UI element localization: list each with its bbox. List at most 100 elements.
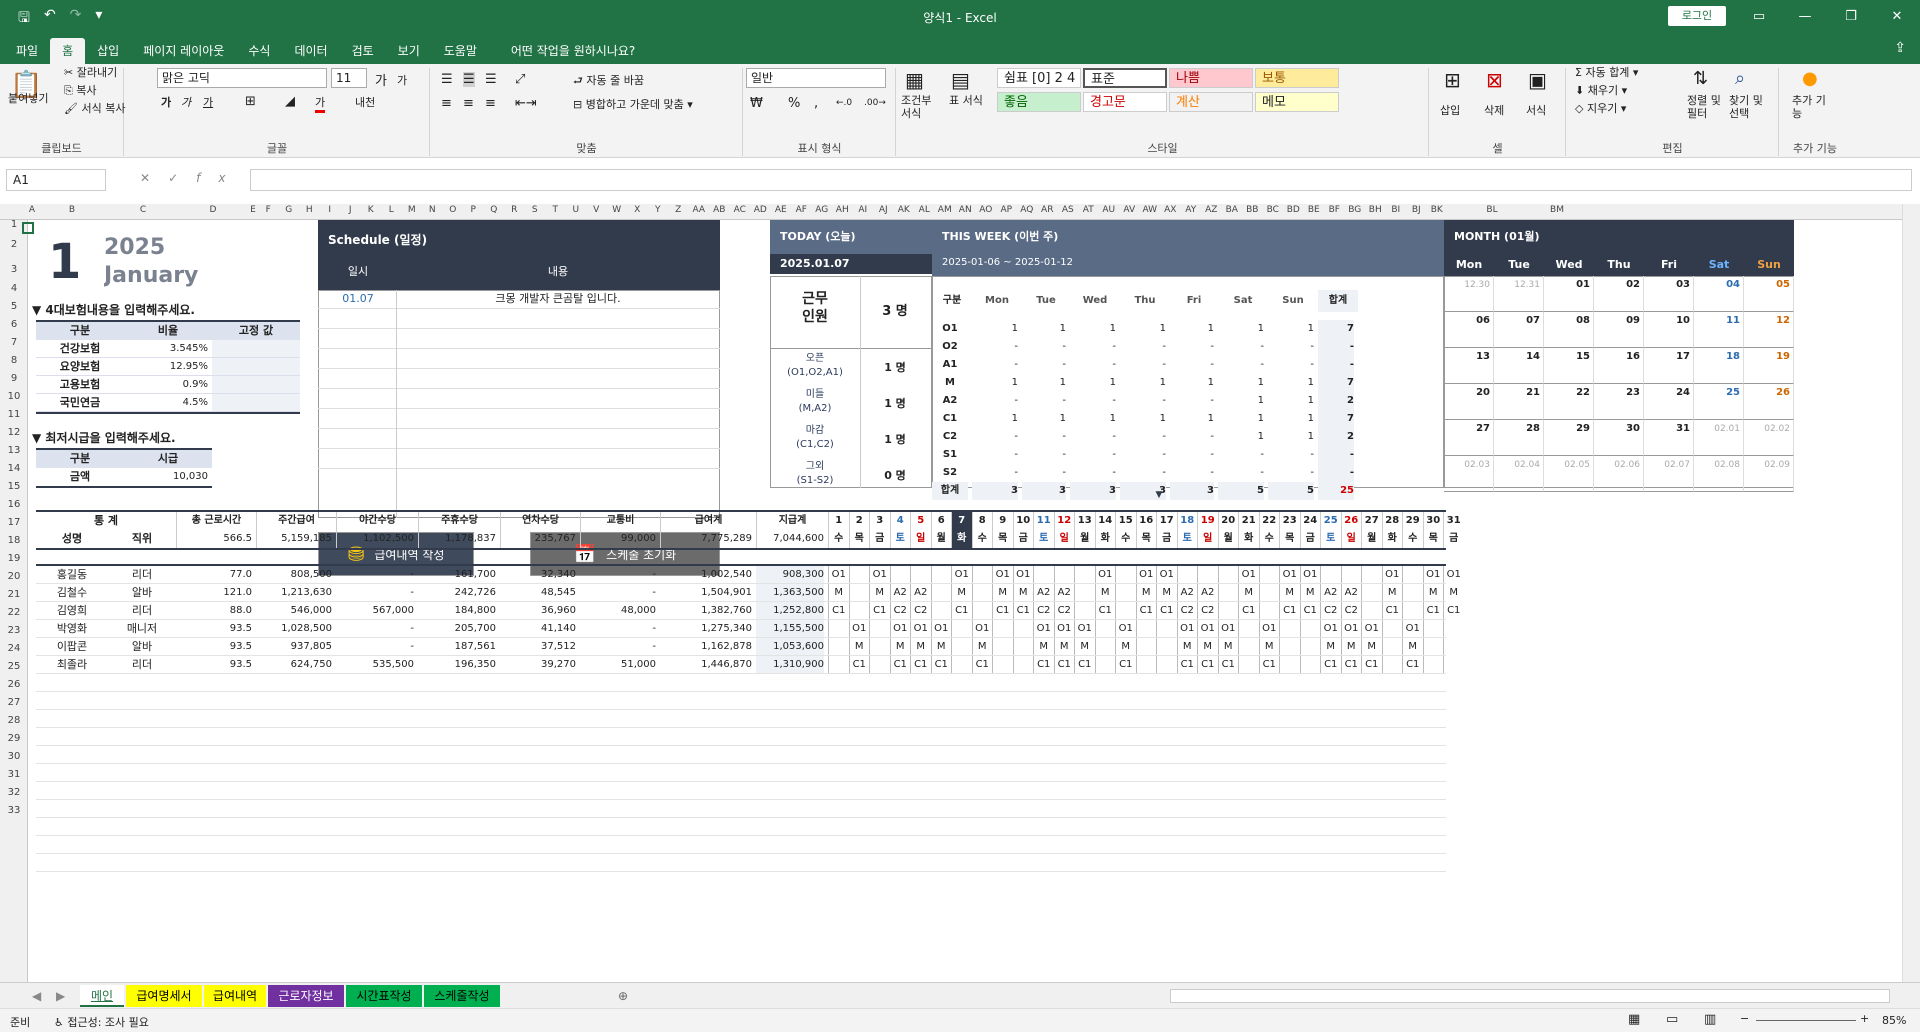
shift-cell[interactable] <box>1443 656 1464 674</box>
person-position[interactable]: 알바 <box>108 584 176 602</box>
month-day[interactable]: 22 <box>1544 386 1590 400</box>
shift-cell[interactable]: C1 <box>1115 656 1136 674</box>
shift-cell[interactable]: C1 <box>1340 656 1362 674</box>
person-position[interactable]: 리더 <box>108 656 176 674</box>
cell-style-6[interactable]: 계산 <box>1169 92 1253 112</box>
underline-button[interactable]: 가 <box>203 94 213 110</box>
month-day[interactable]: 25 <box>1694 386 1740 400</box>
insurance-value[interactable]: 0.9% <box>124 376 212 394</box>
shift-cell[interactable] <box>1135 656 1157 674</box>
shift-cell[interactable]: C1 <box>1033 656 1054 674</box>
shift-cell[interactable]: M <box>1279 584 1300 602</box>
person-position[interactable]: 매니저 <box>108 620 176 638</box>
month-day[interactable]: 21 <box>1494 386 1540 400</box>
row-header-4[interactable]: 4 <box>0 280 28 298</box>
col-header-U[interactable]: U <box>566 205 587 215</box>
month-day[interactable]: 02.07 <box>1644 458 1690 472</box>
shift-cell[interactable]: M <box>910 638 931 656</box>
shift-cell[interactable]: O1 <box>1402 620 1423 638</box>
shift-cell[interactable]: M <box>1135 584 1157 602</box>
month-day[interactable]: 02.01 <box>1694 422 1740 436</box>
format-painter-button[interactable]: 🖌 서식 복사 <box>64 100 125 116</box>
row-header-30[interactable]: 30 <box>0 748 28 766</box>
shift-cell[interactable]: O1 <box>828 566 849 584</box>
shift-cell[interactable] <box>1217 566 1239 584</box>
shift-cell[interactable] <box>1217 602 1239 620</box>
shift-cell[interactable]: M <box>971 638 993 656</box>
shift-cell[interactable]: M <box>951 584 972 602</box>
shift-cell[interactable] <box>1361 602 1382 620</box>
font-color-button[interactable]: 가 <box>315 94 326 113</box>
cancel-icon[interactable]: ✕ <box>140 171 168 185</box>
col-header-BF[interactable]: BF <box>1324 205 1345 215</box>
align-middle-icon[interactable]: ☰ <box>463 72 475 87</box>
row-header-2[interactable]: 2 <box>0 230 28 260</box>
person-name[interactable]: 홍길동 <box>36 566 108 584</box>
addins-icon[interactable]: ● <box>1802 68 1818 89</box>
tab-3[interactable]: 페이지 레이아웃 <box>131 38 236 64</box>
shift-cell[interactable]: C1 <box>1012 602 1034 620</box>
delete-cells-button[interactable]: 삭제 <box>1484 102 1504 118</box>
tab-0[interactable]: 파일 <box>4 38 50 64</box>
month-day[interactable]: 02.06 <box>1594 458 1640 472</box>
shift-cell[interactable] <box>1299 620 1321 638</box>
shift-cell[interactable] <box>828 620 849 638</box>
shift-cell[interactable]: O1 <box>1074 620 1095 638</box>
shift-cell[interactable]: O1 <box>1012 566 1034 584</box>
shift-cell[interactable]: M <box>1012 584 1034 602</box>
shift-cell[interactable]: C1 <box>848 656 870 674</box>
col-header-J[interactable]: J <box>340 205 361 215</box>
row-header-23[interactable]: 23 <box>0 622 28 640</box>
row-header-26[interactable]: 26 <box>0 676 28 694</box>
maximize-icon[interactable]: ❐ <box>1828 0 1874 34</box>
normal-view-icon[interactable]: ▦ <box>1628 1012 1640 1027</box>
row-header-22[interactable]: 22 <box>0 604 28 622</box>
share-icon[interactable]: ⇪ <box>1894 40 1906 56</box>
shift-cell[interactable] <box>1012 638 1034 656</box>
format-cells-icon[interactable]: ▣ <box>1528 68 1547 92</box>
col-header-AB[interactable]: AB <box>709 205 730 215</box>
fill-button[interactable]: ⬇ 채우기 ▾ <box>1575 82 1627 98</box>
shift-cell[interactable] <box>1381 620 1403 638</box>
col-header-AC[interactable]: AC <box>730 205 751 215</box>
sheet-tab-0[interactable]: 메인 <box>80 985 124 1007</box>
col-header-AA[interactable]: AA <box>689 205 710 215</box>
shift-cell[interactable] <box>1115 602 1136 620</box>
col-header-AH[interactable]: AH <box>832 205 853 215</box>
month-day[interactable]: 02 <box>1594 278 1640 292</box>
col-header-AM[interactable]: AM <box>935 205 956 215</box>
cell-style-3[interactable]: 보통 <box>1255 68 1339 88</box>
col-header-D[interactable]: D <box>178 205 248 215</box>
shift-cell[interactable] <box>1156 656 1177 674</box>
shift-cell[interactable]: O1 <box>1361 620 1382 638</box>
shift-cell[interactable]: O1 <box>1340 620 1362 638</box>
tab-5[interactable]: 데이터 <box>282 38 339 64</box>
shift-cell[interactable] <box>992 638 1013 656</box>
month-day[interactable]: 09 <box>1594 314 1640 328</box>
shift-cell[interactable]: M <box>1320 638 1341 656</box>
cell-style-2[interactable]: 나쁨 <box>1169 68 1253 88</box>
grow-font-button[interactable]: 가 <box>375 70 387 89</box>
shift-cell[interactable] <box>1320 566 1341 584</box>
shift-cell[interactable] <box>1422 656 1444 674</box>
insurance-value[interactable] <box>212 340 300 358</box>
month-day[interactable]: 07 <box>1494 314 1540 328</box>
login-button[interactable]: 로그인 <box>1668 6 1726 26</box>
shift-cell[interactable]: O1 <box>1320 620 1341 638</box>
sheet-tab-4[interactable]: 시간표작성 <box>346 985 422 1007</box>
zoom-in-icon[interactable]: + <box>1860 1012 1869 1025</box>
shift-cell[interactable] <box>1033 566 1054 584</box>
shift-cell[interactable] <box>1074 602 1095 620</box>
vertical-scrollbar[interactable] <box>1902 204 1920 982</box>
shift-cell[interactable] <box>1279 656 1300 674</box>
shift-cell[interactable]: M <box>1422 584 1444 602</box>
shift-cell[interactable] <box>951 656 972 674</box>
format-table-button[interactable]: 표 서식 <box>949 94 985 107</box>
shift-cell[interactable] <box>1115 566 1136 584</box>
col-header-AF[interactable]: AF <box>791 205 812 215</box>
col-header-M[interactable]: M <box>402 205 423 215</box>
col-header-AN[interactable]: AN <box>955 205 976 215</box>
shift-cell[interactable] <box>1156 620 1177 638</box>
shift-cell[interactable]: M <box>1176 638 1198 656</box>
col-header-BA[interactable]: BA <box>1222 205 1243 215</box>
